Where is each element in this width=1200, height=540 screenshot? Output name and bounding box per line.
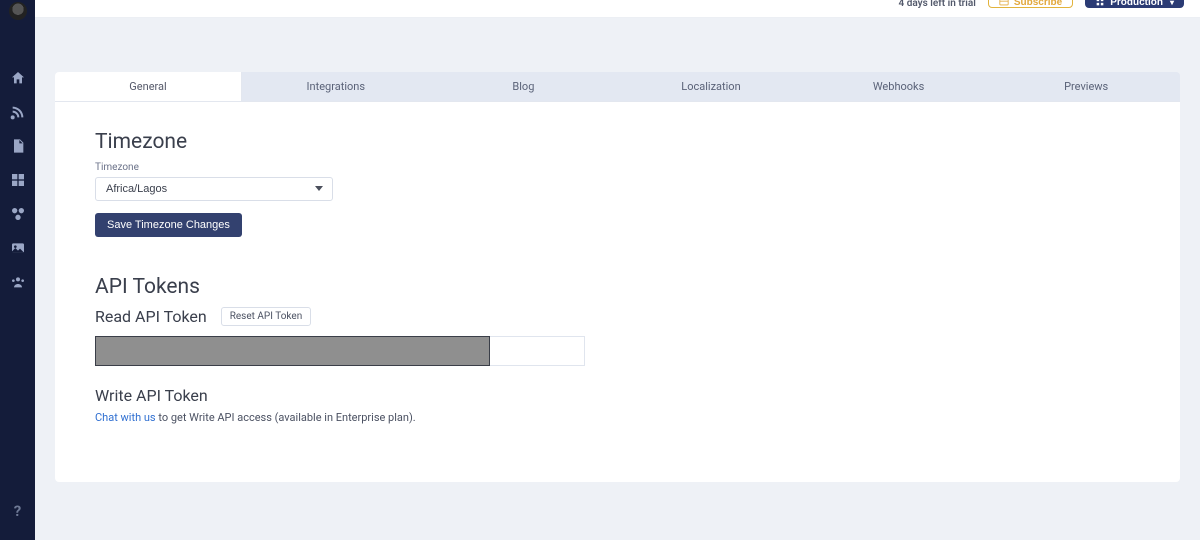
header-bar: 4 days left in trial Subscribe Productio… [35, 0, 1200, 18]
sidebar: ? [0, 0, 35, 540]
tab-integrations[interactable]: Integrations [242, 72, 430, 101]
timezone-select[interactable]: Africa/Lagos [95, 177, 333, 201]
feed-icon[interactable] [10, 104, 26, 120]
reset-api-token-button[interactable]: Reset API Token [221, 307, 312, 326]
subscribe-button-label: Subscribe [1014, 0, 1062, 8]
tab-general[interactable]: General [55, 72, 242, 101]
tab-content: Timezone Timezone Africa/Lagos Save Time… [55, 102, 1180, 452]
help-icon[interactable]: ? [10, 502, 26, 518]
write-api-token-trailing: to get Write API access (available in En… [156, 411, 416, 424]
media-icon[interactable] [10, 240, 26, 256]
chevron-down-icon: ▾ [1170, 0, 1174, 7]
home-icon[interactable] [10, 70, 26, 86]
read-api-token-copy[interactable] [490, 336, 585, 366]
write-api-token-heading: Write API Token [95, 386, 1130, 405]
subscribe-button[interactable]: Subscribe [988, 0, 1073, 8]
chat-with-us-link[interactable]: Chat with us [95, 411, 156, 424]
read-api-token-heading: Read API Token [95, 307, 207, 326]
save-timezone-button[interactable]: Save Timezone Changes [95, 213, 242, 237]
credit-card-icon [999, 0, 1009, 7]
read-api-token-input[interactable] [95, 336, 490, 366]
tabs: General Integrations Blog Localization W… [55, 72, 1180, 102]
main-area: General Integrations Blog Localization W… [35, 18, 1200, 540]
api-tokens-section-title: API Tokens [95, 275, 1140, 299]
page-icon[interactable] [10, 138, 26, 154]
tab-blog[interactable]: Blog [430, 72, 618, 101]
timezone-section-title: Timezone [95, 130, 1140, 154]
tab-previews[interactable]: Previews [992, 72, 1180, 101]
settings-panel: General Integrations Blog Localization W… [55, 72, 1180, 482]
read-api-token-row [95, 336, 1140, 366]
sidebar-nav [10, 70, 26, 290]
trial-status: 4 days left in trial [899, 0, 976, 9]
timezone-select-wrap: Africa/Lagos [95, 177, 333, 201]
timezone-field-label: Timezone [95, 162, 1140, 173]
avatar[interactable] [9, 2, 27, 20]
environment-selector-label: Production [1110, 0, 1163, 8]
environment-selector[interactable]: Production ▾ [1085, 0, 1184, 8]
tab-webhooks[interactable]: Webhooks [805, 72, 993, 101]
env-icon [1095, 0, 1105, 7]
grid-icon[interactable] [10, 172, 26, 188]
integration-icon[interactable] [10, 206, 26, 222]
tab-localization[interactable]: Localization [617, 72, 805, 101]
write-api-token-text: Chat with us to get Write API access (av… [95, 411, 1140, 424]
team-icon[interactable] [10, 274, 26, 290]
